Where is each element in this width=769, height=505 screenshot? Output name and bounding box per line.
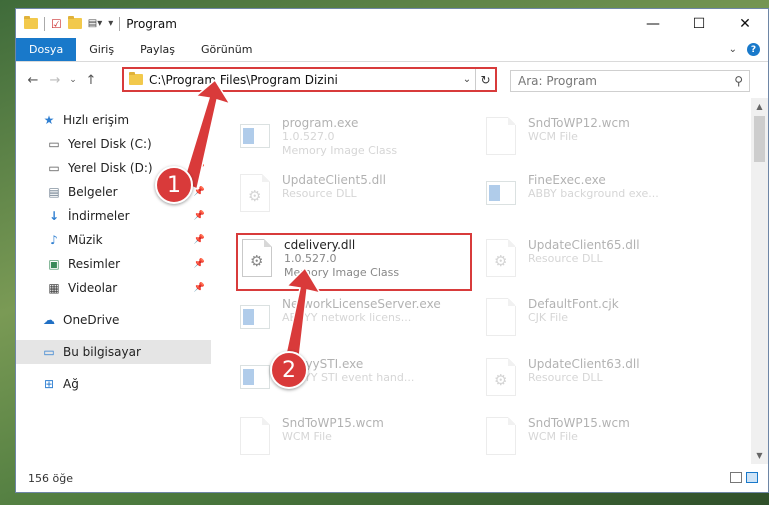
file-icon bbox=[238, 416, 272, 456]
file-icon bbox=[484, 116, 518, 156]
up-icon[interactable]: ↑ bbox=[80, 73, 102, 88]
pin-icon[interactable]: 📌 bbox=[194, 163, 205, 173]
file-item[interactable]: FineExec.exe ABBY background exe... bbox=[484, 173, 724, 225]
toolbar-dropdown-icon[interactable]: ▾ bbox=[108, 18, 113, 29]
file-item[interactable]: SndToWP12.wcm WCM File bbox=[484, 116, 724, 168]
address-dropdown-icon[interactable]: ⌄ bbox=[459, 74, 475, 85]
close-button[interactable]: ✕ bbox=[722, 9, 768, 38]
pin-icon[interactable]: 📌 bbox=[194, 283, 205, 293]
exe-icon bbox=[238, 297, 272, 337]
file-item[interactable]: SndToWP15.wcm WCM File bbox=[484, 416, 724, 468]
video-icon: ▦ bbox=[48, 281, 60, 295]
help-icon[interactable]: ? bbox=[747, 43, 760, 56]
drive-icon: ▭ bbox=[48, 137, 60, 151]
sidebar-item-music[interactable]: ♪ Müzik 📌 bbox=[16, 228, 211, 252]
pin-icon[interactable]: 📌 bbox=[194, 259, 205, 269]
recent-locations-icon[interactable]: ⌄ bbox=[66, 75, 80, 85]
dll-icon: ⚙ bbox=[484, 238, 518, 278]
drive-icon: ▭ bbox=[48, 161, 60, 175]
sidebar-item-pictures[interactable]: ▣ Resimler 📌 bbox=[16, 252, 211, 276]
ribbon: Dosya Giriş Paylaş Görünüm ⌄ ? bbox=[16, 38, 768, 62]
details-view-icon[interactable] bbox=[730, 472, 742, 483]
tab-gorunum[interactable]: Görünüm bbox=[188, 38, 265, 61]
address-bar[interactable]: C:\Program Files\Program Dizini ⌄ ↻ bbox=[122, 67, 497, 92]
content-area: ★ Hızlı erişim ▭ Yerel Disk (C:) 📌 ▭ Yer… bbox=[16, 98, 768, 464]
explorer-window: ☑ ▤▾ ▾ Program — ☐ ✕ Dosya Giriş Paylaş … bbox=[15, 8, 769, 493]
pin-icon[interactable]: 📌 bbox=[194, 235, 205, 245]
exe-icon bbox=[238, 357, 272, 397]
tab-paylas[interactable]: Paylaş bbox=[127, 38, 188, 61]
highlight-box bbox=[236, 233, 472, 291]
file-icon bbox=[484, 416, 518, 456]
pin-icon[interactable]: 📌 bbox=[194, 187, 205, 197]
file-list: program.exe 1.0.527.0 Memory Image Class… bbox=[211, 98, 768, 464]
sidebar-item-disk-c[interactable]: ▭ Yerel Disk (C:) 📌 bbox=[16, 132, 211, 156]
file-icon bbox=[484, 297, 518, 337]
computer-icon: ▭ bbox=[43, 345, 55, 359]
star-icon: ★ bbox=[43, 113, 55, 127]
refresh-icon[interactable]: ↻ bbox=[475, 69, 495, 90]
navigation-pane: ★ Hızlı erişim ▭ Yerel Disk (C:) 📌 ▭ Yer… bbox=[16, 98, 211, 464]
sidebar-item-onedrive[interactable]: ☁ OneDrive bbox=[16, 308, 211, 332]
sidebar-item-this-pc[interactable]: ▭ Bu bilgisayar bbox=[16, 340, 211, 364]
dll-icon: ⚙ bbox=[238, 173, 272, 213]
folder-icon bbox=[24, 16, 38, 29]
sidebar-item-downloads[interactable]: ↓ İndirmeler 📌 bbox=[16, 204, 211, 228]
step-1-badge: 1 bbox=[155, 166, 193, 204]
quick-access-toolbar: ☑ ▤▾ ▾ bbox=[16, 16, 121, 31]
tab-dosya[interactable]: Dosya bbox=[16, 38, 77, 61]
file-item[interactable]: SndToWP15.wcm WCM File bbox=[238, 416, 478, 468]
navigation-bar: ← → ⌄ ↑ C:\Program Files\Program Dizini … bbox=[16, 62, 768, 98]
pin-icon[interactable]: 📌 bbox=[194, 211, 205, 221]
window-title: Program bbox=[126, 16, 177, 31]
properties-icon[interactable]: ☑ bbox=[51, 17, 62, 31]
tab-giris[interactable]: Giriş bbox=[76, 38, 127, 61]
scroll-up-icon[interactable]: ▲ bbox=[751, 98, 768, 115]
sidebar-item-videos[interactable]: ▦ Videolar 📌 bbox=[16, 276, 211, 300]
vertical-scrollbar[interactable]: ▲ ▼ bbox=[751, 98, 768, 464]
back-icon[interactable]: ← bbox=[22, 73, 44, 88]
scroll-thumb[interactable] bbox=[754, 116, 765, 162]
sidebar-item-network[interactable]: ⊞ Ağ bbox=[16, 372, 211, 396]
download-icon: ↓ bbox=[48, 209, 60, 223]
tiles-view-icon[interactable] bbox=[746, 472, 758, 483]
exe-icon bbox=[484, 173, 518, 213]
address-folder-icon bbox=[129, 72, 143, 85]
new-folder-icon[interactable] bbox=[67, 16, 82, 29]
network-icon: ⊞ bbox=[43, 377, 55, 391]
scroll-down-icon[interactable]: ▼ bbox=[751, 447, 768, 464]
search-placeholder: Ara: Program bbox=[518, 74, 597, 88]
search-icon: ⚲ bbox=[734, 74, 743, 88]
file-item[interactable]: ⚙ UpdateClient65.dll Resource DLL bbox=[484, 238, 724, 290]
file-item[interactable]: ⚙ UpdateClient5.dll Resource DLL bbox=[238, 173, 478, 225]
exe-icon bbox=[238, 116, 272, 156]
file-item[interactable]: program.exe 1.0.527.0 Memory Image Class bbox=[238, 116, 478, 168]
search-box[interactable]: Ara: Program ⚲ bbox=[510, 70, 750, 92]
pictures-icon: ▣ bbox=[48, 257, 60, 271]
status-bar: 156 öğe bbox=[16, 464, 768, 492]
pin-icon[interactable]: 📌 bbox=[194, 139, 205, 149]
item-count: 156 öğe bbox=[28, 471, 73, 485]
file-item[interactable]: DefaultFont.cjk CJK File bbox=[484, 297, 724, 349]
sidebar-item-quick-access[interactable]: ★ Hızlı erişim bbox=[16, 108, 211, 132]
expand-ribbon-icon[interactable]: ⌄ bbox=[729, 44, 737, 55]
file-item[interactable]: NetworkLicenseServer.exe ABBYY network l… bbox=[238, 297, 478, 349]
title-bar: ☑ ▤▾ ▾ Program — ☐ ✕ bbox=[16, 9, 768, 38]
dll-icon: ⚙ bbox=[484, 357, 518, 397]
music-icon: ♪ bbox=[50, 233, 58, 247]
forward-icon[interactable]: → bbox=[44, 73, 66, 88]
minimize-button[interactable]: — bbox=[630, 9, 676, 38]
step-2-badge: 2 bbox=[270, 351, 308, 389]
maximize-button[interactable]: ☐ bbox=[676, 9, 722, 38]
cloud-icon: ☁ bbox=[43, 313, 55, 327]
file-item[interactable]: ⚙ UpdateClient63.dll Resource DLL bbox=[484, 357, 724, 409]
documents-icon: ▤ bbox=[48, 185, 60, 199]
customize-toolbar-icon[interactable]: ▤▾ bbox=[88, 18, 102, 29]
address-path[interactable]: C:\Program Files\Program Dizini bbox=[149, 73, 459, 87]
